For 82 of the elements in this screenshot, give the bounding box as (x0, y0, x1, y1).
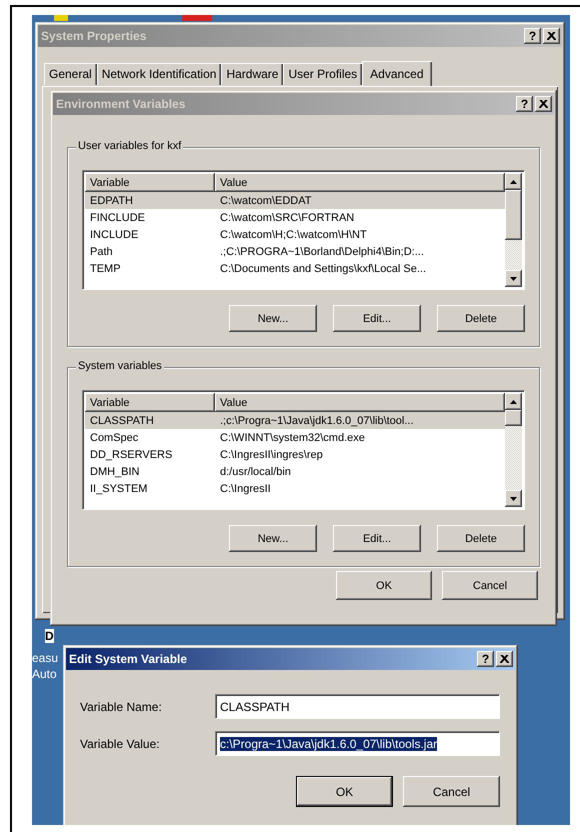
close-button[interactable] (543, 28, 560, 44)
scroll-up-button[interactable] (505, 173, 522, 190)
variable-value: C:\Documents and Settings\kxf\Local Se... (219, 262, 428, 274)
variable-value: C:\watcom\H;C:\watcom\H\NT (219, 228, 368, 240)
variable-value: C:\IngresII (219, 482, 272, 494)
variable-name: Path (89, 246, 114, 258)
variable-name: II_SYSTEM (89, 482, 148, 494)
close-button[interactable] (535, 96, 552, 112)
tab[interactable]: General (44, 63, 97, 85)
variable-value: .;C:\PROGRA~1\Borland\Delphi4\Bin;D:... (219, 246, 425, 258)
scrollbar[interactable] (505, 393, 522, 507)
variable-name: INCLUDE (89, 228, 140, 240)
window-title: Edit System Variable (69, 652, 188, 666)
close-icon (500, 655, 509, 663)
field-label: Variable Name: (80, 700, 163, 714)
field-label: Variable Value: (80, 736, 161, 750)
list-row[interactable]: FINCLUDE C:\watcom\SRC\FORTRAN (85, 209, 505, 226)
variable-value: C:\IngresII\ingres\rep (219, 448, 324, 460)
variable-value: .;c:\Progra~1\Java\jdk1.6.0_07\lib\tool... (219, 414, 415, 426)
help-button[interactable]: ? (477, 651, 494, 667)
variable-name: FINCLUDE (89, 212, 146, 224)
variable-name: ComSpec (89, 432, 140, 444)
dialog-button[interactable]: New... (229, 305, 317, 332)
dialog-button[interactable]: Edit... (333, 305, 421, 332)
close-icon (547, 32, 556, 40)
tab[interactable]: User Profiles (283, 63, 362, 85)
dialog-button[interactable]: Cancel (442, 571, 538, 600)
desktop-icon-label: D (45, 629, 54, 643)
list-row[interactable]: DD_RSERVERS C:\IngresII\ingres\rep (85, 446, 505, 463)
down-arrow-icon (510, 496, 517, 500)
group-label: System variables (76, 360, 164, 372)
variable-name: CLASSPATH (89, 414, 155, 426)
list-row[interactable]: II_SYSTEM C:\IngresII (85, 480, 505, 497)
column-header[interactable]: Value (215, 393, 505, 412)
scroll-thumb[interactable] (505, 410, 522, 426)
window-title: System Properties (41, 29, 148, 43)
down-arrow-icon (510, 276, 517, 280)
list-row[interactable]: TEMP C:\Documents and Settings\kxf\Local Se... (85, 260, 505, 277)
dialog-button[interactable]: Cancel (403, 776, 500, 807)
list-row[interactable]: CLASSPATH .;c:\Progra~1\Java\jdk1.6.0_07\lib\tool... (85, 412, 505, 429)
tab[interactable]: Advanced (362, 61, 432, 87)
variable-value: d:/usr/local/bin (219, 466, 292, 478)
group-label: User variables for kxf (76, 140, 184, 152)
variable-value: C:\WINNT\system32\cmd.exe (219, 432, 366, 444)
column-header[interactable]: Variable (85, 393, 215, 412)
list-row[interactable]: INCLUDE C:\watcom\H;C:\watcom\H\NT (85, 226, 505, 243)
scroll-down-button[interactable] (505, 490, 522, 507)
dialog-button[interactable]: Edit... (333, 525, 421, 552)
variable-name: DD_RSERVERS (89, 448, 174, 460)
help-button[interactable]: ? (524, 28, 541, 44)
up-arrow-icon (510, 180, 517, 184)
scroll-down-button[interactable] (505, 270, 522, 287)
variable-value: C:\watcom\SRC\FORTRAN (219, 212, 356, 224)
dialog-button[interactable]: OK (336, 571, 432, 600)
dialog-button[interactable]: Delete (437, 525, 525, 552)
dialog-button[interactable]: New... (229, 525, 317, 552)
desktop-icon-label: Auto (32, 667, 57, 681)
variable-value: C:\watcom\EDDAT (219, 194, 312, 206)
up-arrow-icon (510, 400, 517, 404)
tab[interactable]: Network Identification (96, 63, 222, 85)
desktop-icon-label: easu (32, 651, 58, 665)
close-button[interactable] (496, 651, 513, 667)
list-row[interactable]: EDPATH C:\watcom\EDDAT (85, 192, 505, 209)
list-row[interactable]: Path .;C:\PROGRA~1\Borland\Delphi4\Bin;D:... (85, 243, 505, 260)
column-header[interactable]: Value (215, 173, 505, 192)
scrollbar[interactable] (505, 173, 522, 287)
variable-name: DMH_BIN (89, 466, 141, 478)
variable-name: TEMP (89, 262, 122, 274)
scroll-up-button[interactable] (505, 393, 522, 410)
variable-name: EDPATH (89, 194, 134, 206)
dialog-button[interactable]: Delete (437, 305, 525, 332)
window-title: Environment Variables (56, 97, 186, 111)
scroll-thumb[interactable] (505, 190, 522, 240)
column-header[interactable]: Variable (85, 173, 215, 192)
tab[interactable]: Hardware (221, 63, 284, 85)
list-row[interactable]: DMH_BIN d:/usr/local/bin (85, 463, 505, 480)
dialog-button[interactable]: OK (296, 776, 393, 807)
close-icon (539, 100, 548, 108)
input-field[interactable]: c:\Progra~1\Java\jdk1.6.0_07\lib\tools.jar (215, 731, 500, 756)
input-field[interactable]: CLASSPATH (215, 694, 500, 719)
help-button[interactable]: ? (516, 96, 533, 112)
list-row[interactable]: ComSpec C:\WINNT\system32\cmd.exe (85, 429, 505, 446)
